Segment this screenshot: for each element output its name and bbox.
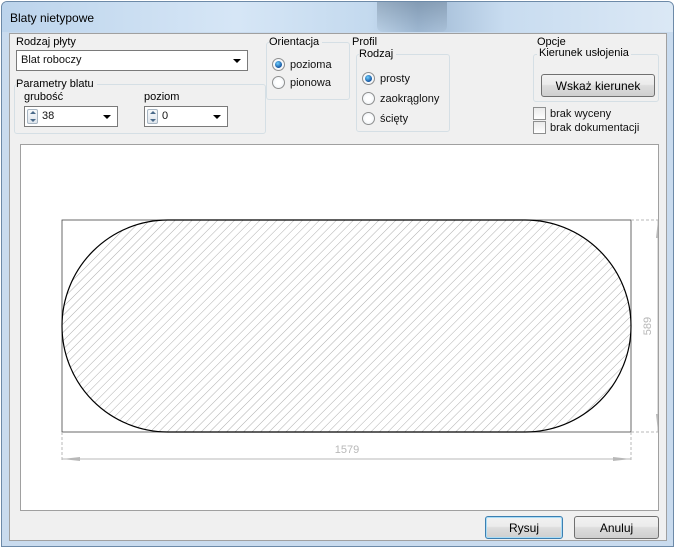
spin-arrows-icon[interactable] (147, 109, 158, 124)
dialog-window: Blaty nietypowe Rodzaj płyty Blat robocz… (1, 1, 674, 547)
rodzaj-plyty-dropdown[interactable]: Blat roboczy (16, 50, 248, 71)
brak-dokumentacji-label: brak dokumentacji (550, 121, 640, 134)
dialog-client-area: Rodzaj płyty Blat roboczy Parametry blat… (9, 33, 667, 541)
countertop-drawing: 589 1579 (61, 219, 660, 461)
brak-wyceny-checkbox[interactable]: brak wyceny (533, 107, 611, 120)
chevron-down-icon (103, 115, 111, 119)
parametry-blatu-label: Parametry blatu (16, 78, 97, 90)
chevron-down-icon (233, 59, 241, 63)
radio-unselected-icon (362, 92, 375, 105)
brak-wyceny-label: brak wyceny (550, 107, 612, 120)
rodzaj-plyty-label: Rodzaj płyty (16, 36, 76, 48)
radio-zaokraglony-label: zaokrąglony (380, 92, 440, 105)
radio-pionowa-label: pionowa (290, 76, 331, 89)
brak-dokumentacji-checkbox[interactable]: brak dokumentacji (533, 121, 639, 134)
chevron-down-icon (213, 115, 221, 119)
checkbox-unchecked-icon (533, 107, 546, 120)
countertop-shape (61, 219, 632, 433)
drawing-canvas[interactable]: 589 1579 (20, 144, 660, 511)
orientacja-group (266, 42, 350, 100)
grubosc-value: 38 (42, 110, 55, 122)
anuluj-button[interactable]: Anuluj (574, 516, 659, 539)
radio-sciety-label: ścięty (380, 112, 409, 125)
poziom-value: 0 (162, 110, 169, 122)
radio-prosty-label: prosty (380, 72, 410, 85)
radio-sciety[interactable]: ścięty (362, 112, 408, 125)
radio-unselected-icon (362, 112, 375, 125)
radio-selected-icon (362, 72, 375, 85)
radio-pozioma-label: pozioma (290, 58, 332, 71)
radio-zaokraglony[interactable]: zaokrąglony (362, 92, 439, 105)
title-bar[interactable]: Blaty nietypowe (2, 2, 673, 32)
dim-arrow-icon (656, 220, 660, 238)
radio-pionowa[interactable]: pionowa (272, 76, 331, 89)
width-dimension-text: 1579 (335, 444, 359, 456)
rodzaj-plyty-value: Blat roboczy (21, 54, 82, 66)
poziom-spin-combo[interactable]: 0 (144, 106, 228, 127)
title-bar-glass-decoration (377, 2, 447, 32)
poziom-label: poziom (144, 91, 180, 103)
radio-selected-icon (272, 58, 285, 71)
window-title: Blaty nietypowe (10, 11, 95, 25)
radio-prosty[interactable]: prosty (362, 72, 410, 85)
dim-arrow-icon (613, 457, 631, 461)
grubosc-label: grubość (24, 91, 64, 103)
height-dimension-text: 589 (642, 317, 654, 335)
orientacja-label: Orientacja (269, 36, 323, 48)
spin-arrows-icon[interactable] (27, 109, 38, 124)
radio-pozioma[interactable]: pozioma (272, 58, 332, 71)
wskaz-kierunek-button[interactable]: Wskaż kierunek (541, 74, 655, 97)
grubosc-spin-combo[interactable]: 38 (24, 106, 118, 127)
profil-label: Profil (352, 36, 378, 48)
rysuj-button[interactable]: Rysuj (485, 516, 563, 539)
radio-unselected-icon (272, 76, 285, 89)
checkbox-unchecked-icon (533, 121, 546, 134)
kierunek-uslojenia-label: Kierunek usłojenia (537, 47, 631, 59)
dim-arrow-icon (656, 414, 660, 432)
dim-arrow-icon (62, 457, 80, 461)
profil-rodzaj-label: Rodzaj (359, 48, 397, 60)
